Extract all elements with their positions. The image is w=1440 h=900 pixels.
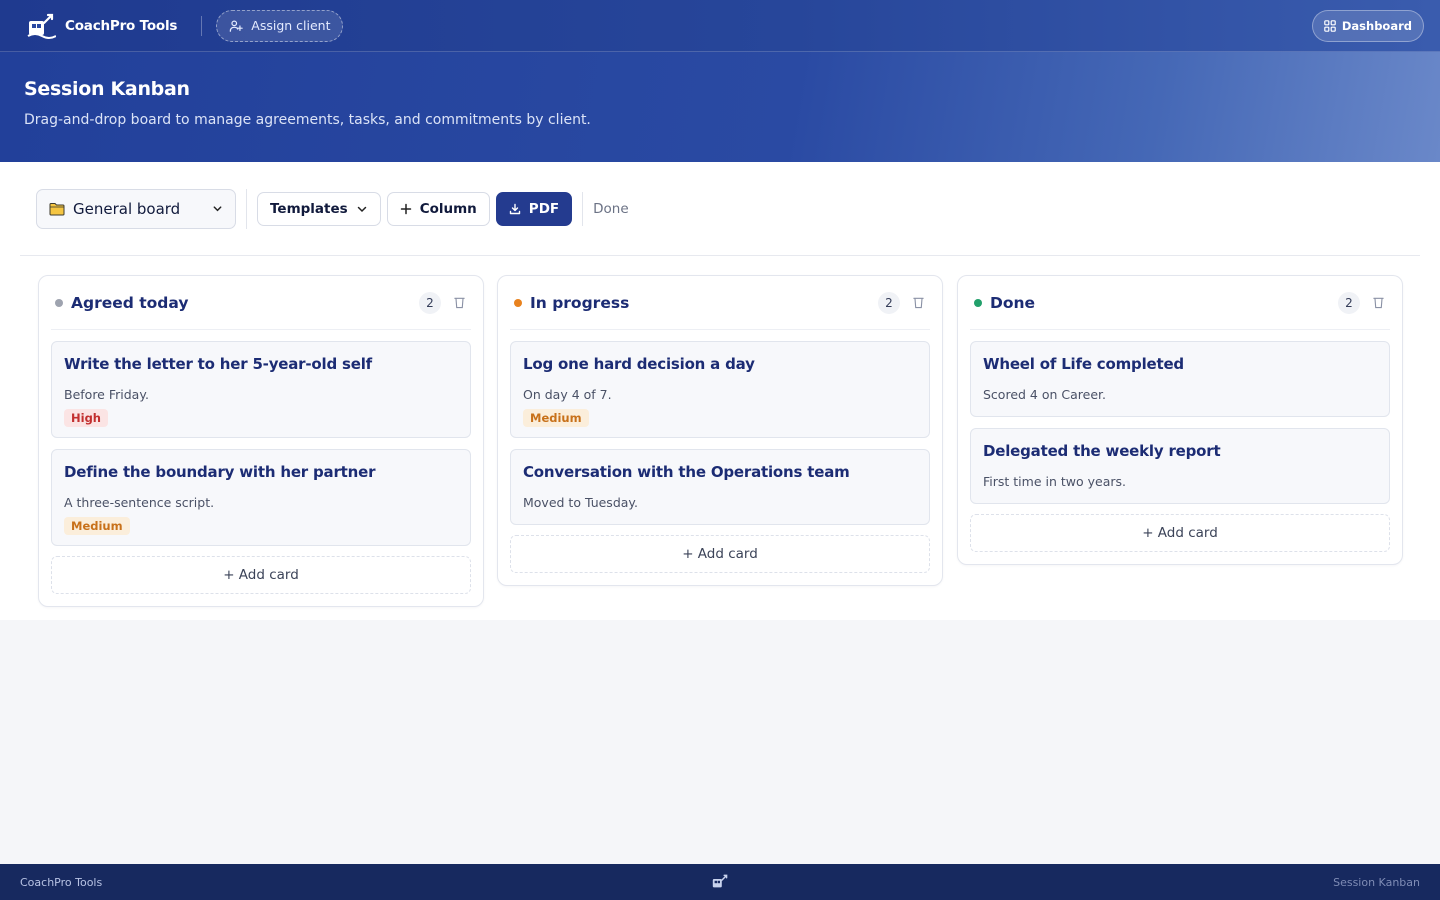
kanban-card[interactable]: Wheel of Life completed Scored 4 on Care…	[970, 341, 1390, 417]
kanban-card[interactable]: Conversation with the Operations team Mo…	[510, 449, 930, 525]
trash-icon	[453, 297, 465, 309]
card-description: Before Friday.	[64, 387, 149, 402]
assign-client-button[interactable]: Assign client	[216, 9, 344, 42]
dashboard-label: Dashboard	[1341, 18, 1412, 33]
kanban-card[interactable]: Write the letter to her 5-year-old self …	[51, 341, 471, 438]
templates-button[interactable]: Templates	[257, 191, 381, 226]
delete-column-button[interactable]	[910, 295, 926, 311]
footer-brand: CoachPro Tools	[20, 875, 103, 889]
templates-label: Templates	[270, 200, 348, 217]
column-header: Done 2	[970, 276, 1390, 330]
priority-badge: Medium	[523, 409, 589, 427]
column-status-dot	[55, 298, 63, 307]
column-title: Agreed today	[71, 293, 189, 312]
dashboard-button[interactable]: Dashboard	[1311, 9, 1424, 42]
delete-column-button[interactable]	[1370, 295, 1386, 311]
brand[interactable]: CoachPro Tools	[26, 12, 177, 40]
card-title: Log one hard decision a day	[523, 355, 755, 373]
add-column-label: Column	[419, 200, 477, 217]
column-card-count: 2	[878, 291, 900, 314]
priority-badge: High	[64, 409, 108, 427]
footer: CoachPro Tools Session Kanban	[0, 864, 1440, 900]
column-status-dot	[974, 298, 982, 307]
export-pdf-label: PDF	[528, 200, 560, 217]
card-title: Delegated the weekly report	[983, 442, 1221, 460]
delete-column-button[interactable]	[451, 295, 467, 311]
add-column-button[interactable]: Column	[386, 191, 490, 226]
column-title: Done	[990, 293, 1036, 312]
grid-icon	[1324, 19, 1336, 32]
page-title: Session Kanban	[24, 78, 190, 100]
card-description: A three-sentence script.	[64, 495, 215, 510]
board-select-value: General board	[73, 199, 181, 218]
export-pdf-button[interactable]: PDF	[495, 191, 573, 226]
card-title: Conversation with the Operations team	[523, 463, 850, 481]
column-title: In progress	[530, 293, 630, 312]
priority-badge: Medium	[64, 517, 130, 535]
board-select[interactable]: General board	[36, 188, 236, 229]
top-bar: CoachPro Tools Assign client Dashboard	[0, 0, 1440, 52]
column-card-count: 2	[419, 291, 441, 314]
chevron-down-icon	[213, 206, 222, 212]
kanban-card[interactable]: Delegated the weekly report First time i…	[970, 428, 1390, 504]
card-description: Scored 4 on Career.	[983, 387, 1106, 402]
coachpro-logo-icon	[27, 13, 56, 39]
kanban-column-done[interactable]: Done 2 Wheel of Life completed Scored 4 …	[957, 275, 1403, 565]
trash-icon	[912, 297, 924, 309]
toolbar-divider	[246, 188, 247, 229]
save-status: Done	[582, 191, 629, 226]
kanban-card[interactable]: Define the boundary with her partner A t…	[51, 449, 471, 546]
page-subtitle: Drag-and-drop board to manage agreements…	[24, 112, 591, 128]
card-description: Moved to Tuesday.	[523, 495, 638, 510]
card-title: Write the letter to her 5-year-old self	[64, 355, 372, 373]
coachpro-logo-icon	[712, 874, 728, 888]
column-status-dot	[514, 298, 522, 307]
chevron-down-icon	[357, 206, 366, 212]
column-card-count: 2	[1338, 291, 1360, 314]
footer-page-name: Session Kanban	[1333, 875, 1420, 889]
card-title: Wheel of Life completed	[983, 355, 1184, 373]
add-card-button[interactable]: + Add card	[970, 514, 1390, 552]
folder-icon	[49, 202, 65, 215]
kanban-card[interactable]: Log one hard decision a day On day 4 of …	[510, 341, 930, 438]
divider	[201, 15, 203, 36]
app-name: CoachPro Tools	[65, 17, 178, 34]
toolbar: General board Templates Column PDF Done	[20, 162, 1420, 256]
kanban-column-agreed-today[interactable]: Agreed today 2 Write the letter to her 5…	[38, 275, 484, 607]
add-card-button[interactable]: + Add card	[510, 535, 930, 573]
download-icon	[509, 203, 520, 214]
plus-icon	[400, 203, 411, 214]
trash-icon	[1372, 297, 1384, 309]
card-description: First time in two years.	[983, 474, 1126, 489]
card-description: On day 4 of 7.	[523, 387, 612, 402]
user-plus-icon	[229, 19, 244, 32]
card-title: Define the boundary with her partner	[64, 463, 376, 481]
main-content: General board Templates Column PDF Done	[0, 162, 1440, 620]
page-header: Session Kanban Drag-and-drop board to ma…	[0, 52, 1440, 162]
column-header: In progress 2	[510, 276, 930, 330]
add-card-button[interactable]: + Add card	[51, 556, 471, 594]
column-header: Agreed today 2	[51, 276, 471, 330]
assign-client-label: Assign client	[251, 18, 331, 33]
kanban-column-in-progress[interactable]: In progress 2 Log one hard decision a da…	[497, 275, 943, 586]
